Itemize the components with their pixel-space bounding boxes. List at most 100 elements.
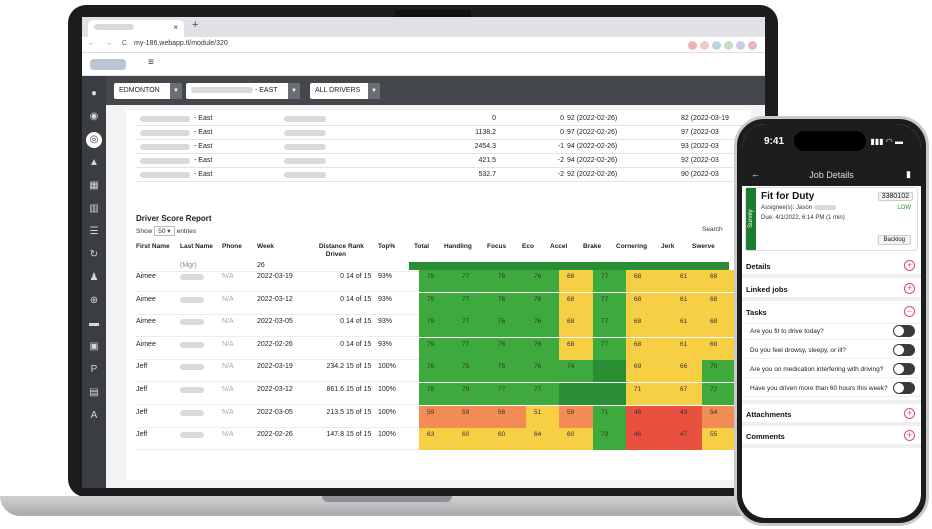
new-tab-button[interactable]: + (192, 19, 198, 31)
page-length-select[interactable]: 50 ▾ (154, 226, 175, 236)
sync-icon[interactable]: ↻ (86, 247, 102, 263)
column-header[interactable]: Rank (348, 243, 376, 251)
circle-icon[interactable]: ◉ (86, 109, 102, 125)
score-cell: 56 (490, 405, 526, 428)
column-header[interactable]: First Name (136, 243, 172, 251)
minus-icon[interactable]: − (904, 306, 915, 317)
region-select[interactable]: - EAST ▼ (186, 83, 300, 99)
close-tab-icon[interactable]: × (173, 23, 178, 32)
top-percent: 100% (378, 408, 396, 416)
filter-bar: EDMONTON ▼ - EAST ▼ ALL DRIVERS ▼ (106, 76, 765, 105)
city-select[interactable]: EDMONTON ▼ (114, 83, 182, 99)
table-row[interactable]: Jeff N/A 2022-03-19 234.2 15 of 15 100% 76 75 75… (136, 360, 751, 383)
blurred-name (140, 158, 190, 164)
toggle-switch[interactable] (893, 363, 915, 375)
drivers-select[interactable]: ALL DRIVERS ▼ (310, 83, 380, 99)
job-title: Fit for Duty (761, 191, 815, 202)
blurred-name (140, 116, 190, 122)
column-header[interactable]: Focus (487, 243, 517, 251)
column-header[interactable]: Handling (444, 243, 484, 251)
score-cell: 61 (672, 292, 702, 315)
parking-icon[interactable]: P (86, 362, 102, 378)
hamburger-icon[interactable]: ≡ (148, 57, 154, 68)
job-card[interactable]: Survey Fit for Duty 3380102 Assignee(s):… (745, 187, 918, 251)
column-header[interactable]: Accel (550, 243, 580, 251)
chevron-down-icon[interactable]: ▼ (288, 83, 300, 99)
plus-icon[interactable]: + (904, 430, 915, 441)
last-name-redacted (180, 432, 204, 439)
column-header[interactable]: Cornering (616, 243, 656, 251)
chevron-down-icon[interactable]: ▼ (368, 83, 380, 99)
briefcase-icon[interactable]: ▬ (86, 316, 102, 332)
table-row[interactable]: Aimee N/A 2022-02-26 0 14 of 15 93% 79 77 76 76 68… (136, 337, 751, 360)
graduation-icon[interactable]: ▲ (86, 155, 102, 171)
plus-icon[interactable]: + (904, 283, 915, 294)
grid-icon[interactable]: ▦ (86, 178, 102, 194)
toggle-switch[interactable] (893, 344, 915, 356)
plus-icon[interactable]: + (904, 408, 915, 419)
bus-icon[interactable]: ▣ (86, 339, 102, 355)
summary-region: - East (194, 171, 213, 178)
column-header[interactable]: Week (257, 243, 297, 251)
summary-row: - East 532.7 -2 92 (2022-02-26) 90 (2022-03 (136, 168, 751, 182)
region-value: - EAST (254, 87, 278, 94)
speedometer-icon[interactable]: ◎ (86, 132, 102, 148)
column-header[interactable]: Total (414, 243, 438, 251)
week: 2022-03-19 (257, 363, 293, 371)
score-cell: 77 (593, 270, 626, 292)
linked-jobs-section[interactable]: Linked jobs + (742, 279, 921, 301)
column-header[interactable]: Phone (222, 243, 252, 251)
attachments-section[interactable]: Attachments + (742, 400, 921, 426)
nav-buttons[interactable]: ← → C (88, 40, 131, 47)
drivers-value: ALL DRIVERS (315, 87, 361, 94)
table-row[interactable]: Jeff N/A 2022-03-12 861.6 15 of 15 100% 78 79 77… (136, 383, 751, 405)
blurred-name (284, 116, 326, 122)
task-question: Have you driven more than 60 hours this … (750, 385, 888, 392)
score-cell (593, 383, 626, 405)
list-icon[interactable]: ☰ (86, 224, 102, 240)
column-header[interactable]: Brake (583, 243, 613, 251)
task-item: Do you feel drowsy, sleepy, or ill? (742, 341, 921, 359)
table-row[interactable]: Aimee N/A 2022-03-05 0 14 of 15 93% 79 77 76 76 68… (136, 315, 751, 338)
column-header[interactable]: Distance Driven (312, 243, 346, 259)
toggle-switch[interactable] (893, 325, 915, 337)
week: 2022-03-12 (257, 295, 293, 303)
column-header[interactable]: Eco (522, 243, 546, 251)
score-cell: 75 (454, 360, 490, 383)
plus-icon[interactable]: + (904, 260, 915, 271)
status-badge[interactable]: Backlog (877, 235, 911, 245)
distance: 147.8 (326, 431, 344, 439)
phone: N/A (222, 273, 234, 280)
column-header[interactable]: Last Name (180, 243, 220, 251)
table-icon[interactable]: ▥ (86, 201, 102, 217)
url-text[interactable]: my-186.webapp.tl/module/320 (134, 40, 228, 47)
column-header[interactable]: Swerve (692, 243, 732, 251)
column-header[interactable]: Top% (378, 243, 408, 251)
score-cell: 79 (419, 270, 454, 292)
toggle-switch[interactable] (893, 382, 915, 394)
extension-icons[interactable] (685, 41, 757, 52)
table-row[interactable]: Jeff N/A 2022-03-05 213.5 15 of 15 100% 59 59 56… (136, 405, 751, 428)
task-question: Are you fit to drive today? (750, 328, 824, 335)
table-row[interactable]: Aimee N/A 2022-03-12 0 14 of 15 93% 79 77 76 76 68… (136, 292, 751, 315)
table-row[interactable]: Aimee N/A 2022-03-19 0 14 of 15 93% 79 77 76 76 68… (136, 270, 751, 292)
users-icon[interactable]: ♟ (86, 270, 102, 286)
app-logo (90, 59, 126, 70)
trash-icon[interactable]: ▮ (906, 169, 911, 180)
tasks-section[interactable]: Tasks − (742, 302, 921, 324)
summary-score-next: 90 (2022-03 (681, 171, 719, 178)
browser-tab[interactable]: × (88, 20, 184, 37)
blurred-name (284, 130, 326, 136)
distance: 0 (340, 340, 344, 348)
column-header[interactable]: Jerk (661, 243, 687, 251)
document-icon[interactable]: ▤ (86, 385, 102, 401)
letter-a-icon[interactable]: A (86, 408, 102, 424)
location-icon[interactable]: ● (86, 86, 102, 102)
details-section[interactable]: Details + (742, 256, 921, 278)
comments-section[interactable]: Comments + (742, 426, 921, 448)
address-bar[interactable]: ← → C my-186.webapp.tl/module/320 (82, 37, 765, 53)
chevron-down-icon[interactable]: ▼ (170, 83, 182, 99)
table-row[interactable]: Jeff N/A 2022-02-26 147.8 15 of 15 100% 63 60 60… (136, 428, 751, 451)
target-icon[interactable]: ⊕ (86, 293, 102, 309)
page-length-control: Show 50 ▾ entries (136, 226, 196, 236)
